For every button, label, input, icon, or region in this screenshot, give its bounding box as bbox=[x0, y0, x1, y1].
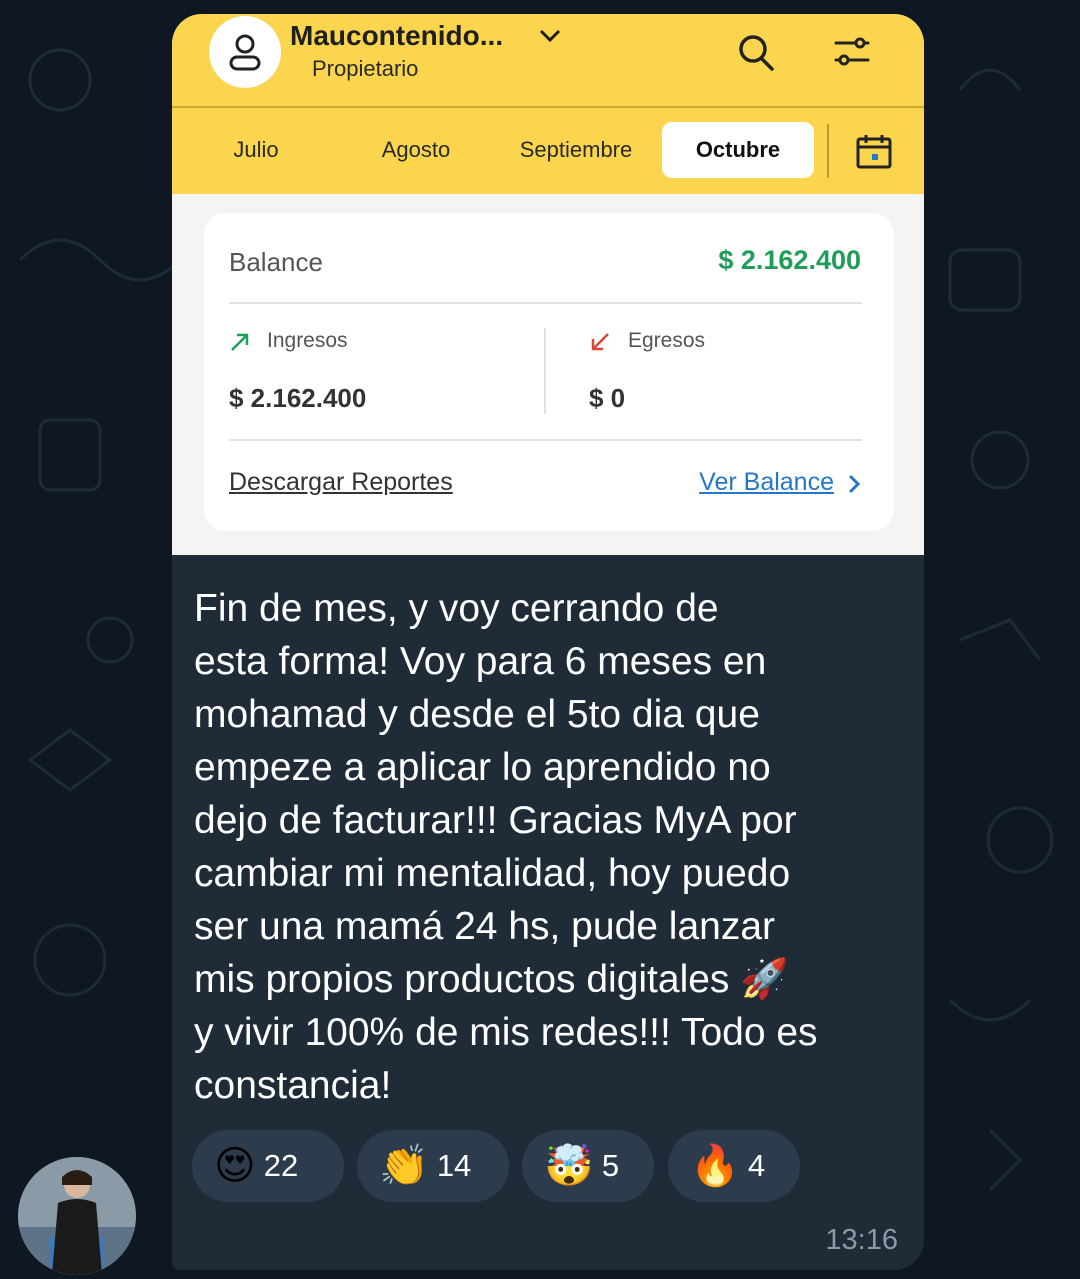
balance-label: Balance bbox=[229, 247, 323, 277]
view-balance-link[interactable]: Ver Balance bbox=[699, 468, 834, 497]
tab-octubre[interactable]: Octubre bbox=[662, 122, 814, 178]
reaction-count: 22 bbox=[263, 1148, 299, 1183]
balance-value: $ 2.162.400 bbox=[718, 245, 861, 275]
reaction-count: 4 bbox=[747, 1148, 766, 1183]
message-line: empeze a aplicar lo aprendido no bbox=[194, 746, 771, 789]
header-divider bbox=[172, 106, 924, 108]
card-divider bbox=[229, 302, 862, 304]
message-line: y vivir 100% de mis redes!!! Todo es bbox=[194, 1011, 818, 1054]
expense-label: Egresos bbox=[628, 329, 706, 352]
message-text: Fin de mes, y voy cerrando de esta forma… bbox=[194, 582, 909, 1112]
clapping-hands-emoji-icon: 👏 bbox=[379, 1143, 429, 1189]
reaction-heart-eyes[interactable]: 😍 22 bbox=[192, 1130, 344, 1202]
reaction-fire[interactable]: 🔥 4 bbox=[668, 1130, 800, 1202]
message-line: dejo de facturar!!! Gracias MyA por bbox=[194, 799, 797, 842]
chevron-down-icon[interactable] bbox=[538, 26, 562, 46]
reaction-clap[interactable]: 👏 14 bbox=[357, 1130, 509, 1202]
download-reports-link[interactable]: Descargar Reportes bbox=[229, 468, 453, 497]
reaction-count: 14 bbox=[436, 1148, 472, 1183]
arrow-up-right-icon bbox=[231, 333, 249, 351]
calendar-icon[interactable] bbox=[854, 132, 894, 172]
balance-card: Balance $ 2.162.400 Ingresos $ 2.162.400… bbox=[204, 213, 894, 531]
card-divider bbox=[229, 439, 862, 441]
message-timestamp: 13:16 bbox=[825, 1224, 898, 1256]
filter-sliders-icon[interactable] bbox=[832, 32, 872, 72]
account-name[interactable]: Maucontenido... bbox=[290, 20, 503, 52]
chevron-right-icon[interactable] bbox=[847, 473, 861, 495]
account-role: Propietario bbox=[312, 56, 419, 81]
card-vertical-divider bbox=[544, 328, 546, 414]
message-line: esta forma! Voy para 6 meses en bbox=[194, 640, 767, 683]
heart-eyes-emoji-icon: 😍 bbox=[214, 1143, 256, 1189]
tab-julio[interactable]: Julio bbox=[192, 122, 320, 178]
income-label: Ingresos bbox=[267, 329, 348, 352]
expense-value: $ 0 bbox=[589, 383, 626, 413]
app-header: Maucontenido... Propietario Julio Agosto… bbox=[172, 14, 924, 194]
message-line: cambiar mi mentalidad, hoy puedo bbox=[194, 852, 791, 895]
message-line: mohamad y desde el 5to dia que bbox=[194, 693, 760, 736]
message-bubble[interactable]: Maucontenido... Propietario Julio Agosto… bbox=[172, 14, 924, 1270]
exploding-head-emoji-icon: 🤯 bbox=[544, 1143, 594, 1189]
message-line: constancia! bbox=[194, 1064, 392, 1107]
fire-emoji-icon: 🔥 bbox=[690, 1143, 740, 1189]
tab-separator bbox=[827, 124, 829, 178]
message-line: ser una mamá 24 hs, pude lanzar bbox=[194, 905, 776, 948]
tab-septiembre[interactable]: Septiembre bbox=[506, 122, 646, 178]
sender-avatar[interactable] bbox=[18, 1157, 136, 1275]
search-icon[interactable] bbox=[736, 32, 776, 74]
message-line: Fin de mes, y voy cerrando de bbox=[194, 587, 719, 630]
reaction-mind-blown[interactable]: 🤯 5 bbox=[522, 1130, 654, 1202]
arrow-down-left-icon bbox=[591, 333, 609, 351]
person-photo-icon bbox=[18, 1157, 136, 1275]
reaction-count: 5 bbox=[601, 1148, 620, 1183]
app-screenshot[interactable]: Maucontenido... Propietario Julio Agosto… bbox=[172, 14, 924, 555]
message-line: mis propios productos digitales 🚀 bbox=[194, 958, 789, 1001]
account-avatar[interactable] bbox=[209, 16, 281, 88]
income-value: $ 2.162.400 bbox=[229, 383, 367, 413]
tab-agosto[interactable]: Agosto bbox=[352, 122, 480, 178]
user-icon bbox=[229, 34, 261, 71]
